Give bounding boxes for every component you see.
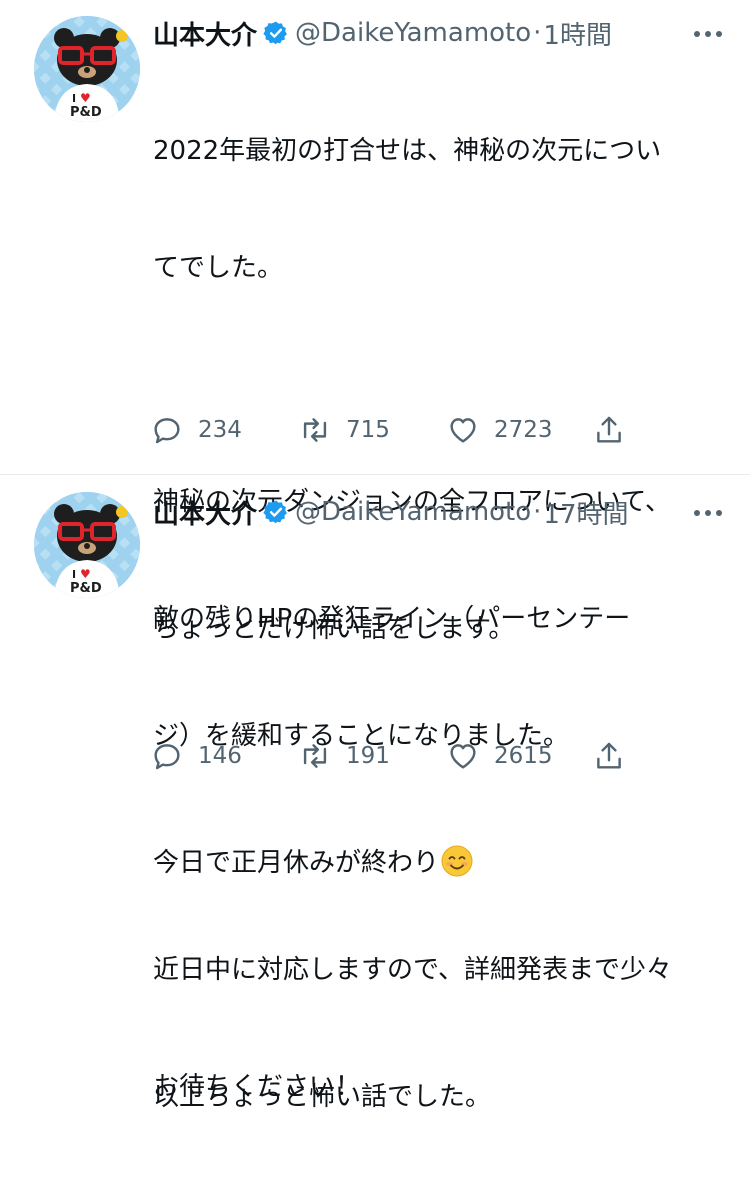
bear-mascot-icon: I ♥ P&D — [34, 492, 140, 598]
text-line: 2022年最初の打合せは、神秘の次元につい — [153, 136, 662, 166]
svg-text:♥: ♥ — [80, 91, 91, 105]
reply-icon — [154, 418, 180, 444]
verified-badge-icon — [263, 500, 287, 524]
text-segment: 今日で正月休みが終わり — [153, 848, 440, 878]
like-button[interactable]: 2615 — [446, 736, 553, 776]
share-icon — [597, 416, 621, 443]
like-button[interactable]: 2723 — [446, 410, 553, 450]
separator: · — [533, 497, 542, 527]
text-line: ちょっとだけ怖い話をします。 — [153, 614, 515, 644]
tweet-actions: 234 715 2723 — [150, 410, 650, 450]
bear-mascot-icon: I ♥ P&D — [34, 16, 140, 122]
svg-text:I: I — [72, 92, 76, 105]
avatar[interactable]: I ♥ P&D — [34, 16, 140, 122]
reply-count: 234 — [198, 417, 242, 443]
text-line — [153, 961, 718, 1000]
tweet-actions: 146 191 2615 — [150, 736, 650, 776]
text-line: 今日で正月休みが終わり — [153, 844, 718, 883]
avatar[interactable]: I ♥ P&D — [34, 492, 140, 598]
more-options-button[interactable] — [688, 493, 728, 533]
retweet-icon — [303, 744, 327, 768]
verified-badge-icon — [263, 21, 287, 45]
display-name[interactable]: 山本大介 — [153, 494, 257, 531]
svg-text:P&D: P&D — [70, 105, 102, 120]
more-options-button[interactable] — [688, 14, 728, 54]
like-count: 2615 — [494, 743, 553, 769]
reply-button[interactable]: 146 — [150, 736, 242, 776]
more-dots-icon — [694, 510, 722, 516]
timestamp[interactable]: 1時間 — [543, 15, 612, 52]
tweet-text: ちょっとだけ怖い話をします。 今日で正月休みが終わり 以上ちょっと怖い話でした。 — [153, 532, 718, 1195]
retweet-button[interactable]: 191 — [298, 736, 390, 776]
smiling-face-emoji-icon — [441, 845, 473, 877]
separator: · — [533, 18, 542, 48]
reply-icon — [154, 744, 180, 770]
share-icon — [597, 742, 621, 769]
share-button[interactable] — [592, 410, 626, 450]
like-count: 2723 — [494, 417, 553, 443]
handle[interactable]: @DaikeYamamoto — [295, 497, 531, 527]
svg-text:I: I — [72, 568, 76, 581]
heart-icon — [450, 744, 476, 769]
tweet[interactable]: I ♥ P&D 山本大介 @DaikeYamamoto · 17時間 ちょっとだ… — [0, 475, 750, 1112]
tweet[interactable]: I ♥ P&D 山本大介 @DaikeYamamoto · 1時間 2022年最… — [0, 0, 750, 1102]
svg-text:♥: ♥ — [80, 567, 91, 581]
tweet-header: 山本大介 @DaikeYamamoto · 17時間 — [153, 492, 629, 532]
display-name[interactable]: 山本大介 — [153, 15, 257, 52]
more-dots-icon — [694, 31, 722, 37]
svg-text:P&D: P&D — [70, 581, 102, 596]
retweet-button[interactable]: 715 — [298, 410, 390, 450]
heart-icon — [450, 418, 476, 443]
timestamp[interactable]: 17時間 — [543, 494, 628, 531]
reply-button[interactable]: 234 — [150, 410, 242, 450]
text-line: 以上ちょっと怖い話でした。 — [153, 1082, 492, 1112]
share-button[interactable] — [592, 736, 626, 776]
retweet-icon — [303, 418, 327, 442]
tweet-header: 山本大介 @DaikeYamamoto · 1時間 — [153, 13, 612, 53]
text-line — [153, 366, 718, 405]
reply-count: 146 — [198, 743, 242, 769]
text-line: てでした。 — [153, 253, 284, 283]
handle[interactable]: @DaikeYamamoto — [295, 18, 531, 48]
retweet-count: 715 — [346, 417, 390, 443]
retweet-count: 191 — [346, 743, 390, 769]
